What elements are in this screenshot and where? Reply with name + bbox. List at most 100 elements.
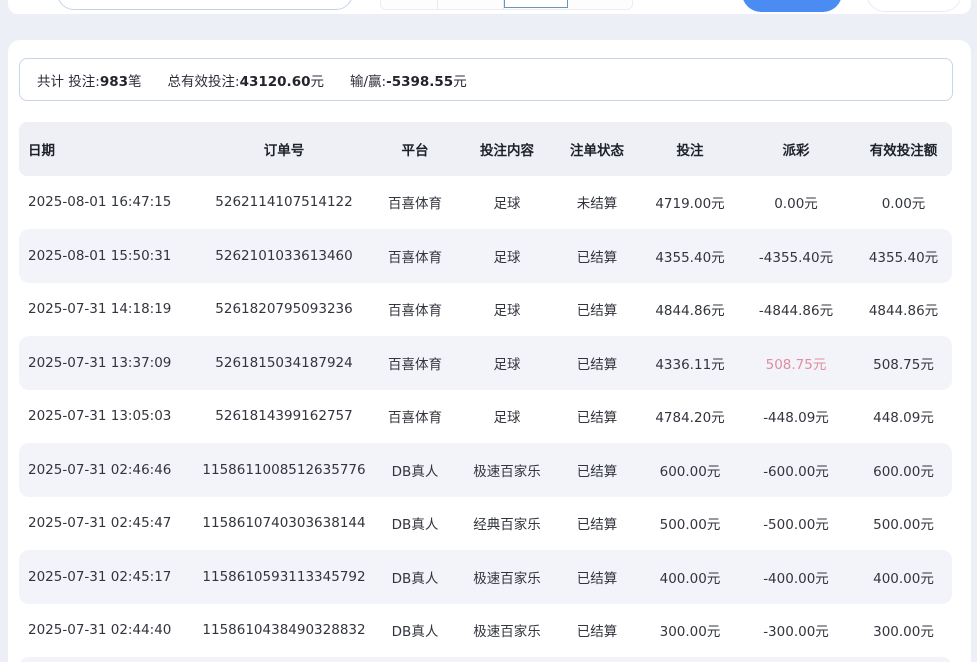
cell-bet: 4355.40元 [643,246,737,266]
table-row: 2025-07-31 02:46:461158611008512635776DB… [19,443,952,497]
cell-bet: 4336.11元 [643,353,737,373]
cell-bet: 300.00元 [643,620,737,640]
table-header-row: 日期 订单号 平台 投注内容 注单状态 投注 派彩 有效投注额 [19,122,952,176]
cell-payout: -400.00元 [737,567,855,587]
column-header-valid-bet: 有效投注额 [855,139,952,159]
filter-segmented-control [380,0,633,10]
cell-platform: DB真人 [367,513,463,533]
column-header-order-no: 订单号 [201,139,367,159]
cell-platform: DB真人 [367,460,463,480]
bet-records-table: 日期 订单号 平台 投注内容 注单状态 投注 派彩 有效投注额 2025-08-… [19,122,952,662]
segment-option-3-selected[interactable] [504,0,569,8]
cell-order: 1158611008512635776 [201,462,367,478]
cell-order: 5261814399162757 [201,408,367,424]
cell-status: 已结算 [551,513,643,533]
cell-valid: 300.00元 [855,620,952,640]
cell-order: 5261815034187924 [201,355,367,371]
cell-status: 已结算 [551,246,643,266]
summary-win-loss: 输/赢:-5398.55元 [350,70,467,90]
cell-date: 2025-08-01 16:47:15 [19,194,201,210]
cell-valid: 4355.40元 [855,246,952,266]
cell-order: 5262101033613460 [201,248,367,264]
cell-order: 5262114107514122 [201,194,367,210]
cell-platform: 百喜体育 [367,299,463,319]
cell-bet: 4844.86元 [643,299,737,319]
cell-date: 2025-07-31 02:45:17 [19,569,201,585]
cell-bet: 4784.20元 [643,406,737,426]
table-row: 2025-07-31 02:45:171158610593113345792DB… [19,550,952,604]
segment-option-2[interactable] [438,0,504,9]
cell-content: 足球 [463,192,551,212]
cell-valid: 4844.86元 [855,299,952,319]
cell-date: 2025-07-31 13:05:03 [19,408,201,424]
search-input[interactable] [57,0,353,10]
table-row: 2025-07-31 14:18:195261820795093236百喜体育足… [19,283,952,337]
cell-payout: 0.00元 [737,192,855,212]
records-card: 共计 投注:983笔 总有效投注:43120.60元 输/赢:-5398.55元… [8,40,971,662]
cell-bet: 400.00元 [643,567,737,587]
cell-content: 经典百家乐 [463,513,551,533]
column-header-status: 注单状态 [551,139,643,159]
cell-platform: 百喜体育 [367,246,463,266]
cell-order: 5261820795093236 [201,301,367,317]
table-row: 2025-08-01 16:47:155262114107514122百喜体育足… [19,176,952,230]
reset-button[interactable] [866,0,962,12]
cell-bet: 4719.00元 [643,192,737,212]
cell-valid: 0.00元 [855,192,952,212]
cell-platform: DB真人 [367,567,463,587]
cell-content: 足球 [463,299,551,319]
cell-content: 极速百家乐 [463,620,551,640]
table-row: 2025-08-01 15:50:315262101033613460百喜体育足… [19,229,952,283]
summary-valid-bet: 总有效投注:43120.60元 [168,70,324,90]
cell-bet: 500.00元 [643,513,737,533]
segment-option-1[interactable] [381,0,438,9]
cell-content: 足球 [463,406,551,426]
cell-payout: -4355.40元 [737,246,855,266]
column-header-date: 日期 [19,139,201,159]
cell-valid: 448.09元 [855,406,952,426]
cell-payout: -4844.86元 [737,299,855,319]
cell-payout: -448.09元 [737,406,855,426]
cell-date: 2025-08-01 15:50:31 [19,248,201,264]
table-row: 2025-07-31 02:45:471158610740303638144DB… [19,497,952,551]
cell-status: 已结算 [551,406,643,426]
table-row: 2025-07-31 13:05:035261814399162757百喜体育足… [19,390,952,444]
cell-date: 2025-07-31 02:44:40 [19,622,201,638]
cell-bet: 600.00元 [643,460,737,480]
cell-status: 未结算 [551,192,643,212]
cell-status: 已结算 [551,353,643,373]
cell-content: 足球 [463,246,551,266]
cell-payout: -300.00元 [737,620,855,640]
column-header-payout: 派彩 [737,139,855,159]
cell-platform: 百喜体育 [367,353,463,373]
cell-payout: -500.00元 [737,513,855,533]
cell-status: 已结算 [551,460,643,480]
cell-payout: 508.75元 [737,353,855,373]
cell-order: 1158610740303638144 [201,515,367,531]
cell-date: 2025-07-31 14:18:19 [19,301,201,317]
segment-option-4[interactable] [568,0,632,9]
summary-total-count: 共计 投注:983笔 [37,70,142,90]
cell-content: 极速百家乐 [463,460,551,480]
cell-status: 已结算 [551,299,643,319]
table-row-partial [19,657,952,662]
cell-valid: 508.75元 [855,353,952,373]
cell-order: 1158610593113345792 [201,569,367,585]
table-body: 2025-08-01 16:47:155262114107514122百喜体育足… [19,176,952,658]
cell-platform: 百喜体育 [367,192,463,212]
cell-valid: 500.00元 [855,513,952,533]
cell-status: 已结算 [551,567,643,587]
column-header-bet: 投注 [643,139,737,159]
table-row: 2025-07-31 13:37:095261815034187924百喜体育足… [19,336,952,390]
cell-order: 1158610438490328832 [201,622,367,638]
search-button[interactable] [742,0,842,12]
cell-date: 2025-07-31 02:46:46 [19,462,201,478]
cell-payout: -600.00元 [737,460,855,480]
cell-valid: 600.00元 [855,460,952,480]
cell-platform: 百喜体育 [367,406,463,426]
cell-date: 2025-07-31 13:37:09 [19,355,201,371]
cell-status: 已结算 [551,620,643,640]
column-header-content: 投注内容 [463,139,551,159]
cell-content: 极速百家乐 [463,567,551,587]
cell-platform: DB真人 [367,620,463,640]
